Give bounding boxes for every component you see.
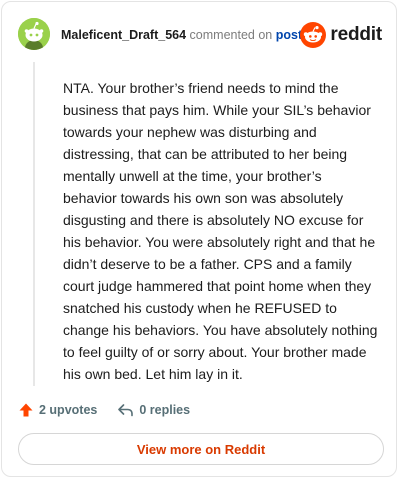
upvote-arrow-icon [19, 403, 33, 417]
reply-count: 0 replies [139, 403, 191, 417]
reddit-snoo-icon [300, 22, 327, 48]
reply-arrow-icon [118, 404, 134, 417]
snoo-avatar-icon [18, 18, 50, 50]
commented-on-text: commented on [189, 28, 273, 42]
reddit-wordmark: reddit [330, 24, 382, 45]
upvote-button[interactable]: 2 upvotes [18, 402, 97, 418]
username[interactable]: Maleficent_Draft_564 [61, 28, 186, 42]
upvote-count: 2 upvotes [39, 403, 98, 417]
comment-actions: 2 upvotes 0 replies [18, 400, 190, 420]
reddit-logo[interactable]: reddit [300, 22, 382, 48]
user-avatar[interactable] [18, 18, 50, 50]
comment-attribution: Maleficent_Draft_564 commented on post [61, 27, 302, 43]
thread-line[interactable] [33, 62, 35, 386]
comment-header: Maleficent_Draft_564 commented on post r… [18, 18, 382, 52]
post-link[interactable]: post [276, 28, 302, 42]
comment-body: NTA. Your brother’s friend needs to mind… [63, 80, 378, 382]
reply-button[interactable]: 0 replies [117, 402, 190, 418]
comment-embed-card: Maleficent_Draft_564 commented on post r… [1, 1, 397, 477]
view-more-button[interactable]: View more on Reddit [18, 433, 384, 465]
